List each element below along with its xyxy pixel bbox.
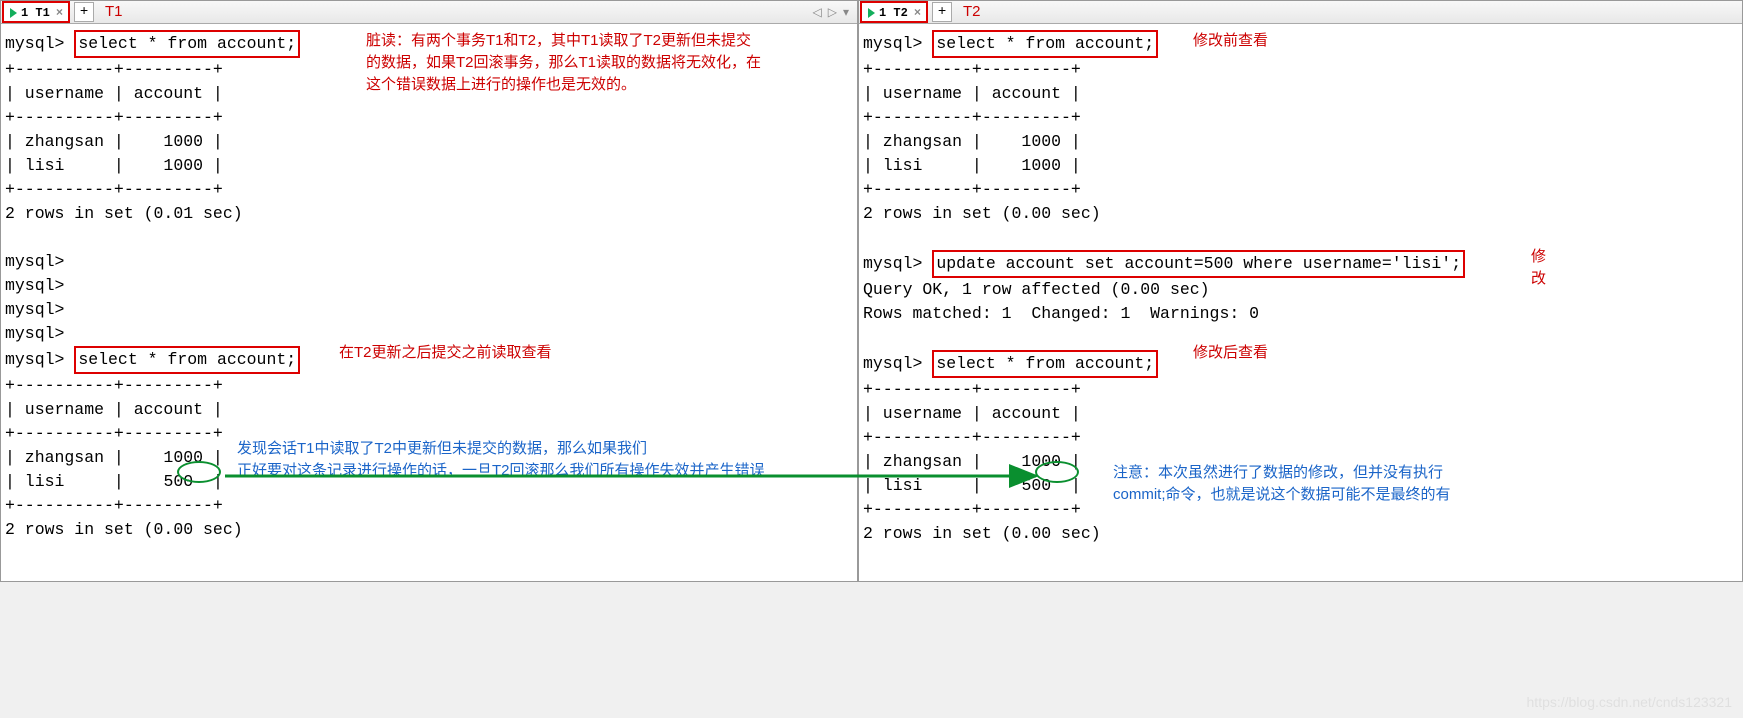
anno-mid: 在T2更新之后提交之前读取查看 <box>339 342 552 364</box>
t1-header: | username | account | <box>5 84 223 103</box>
query2-box: select * from account; <box>74 346 300 374</box>
dropdown-icon[interactable]: ▾ <box>843 5 849 20</box>
anno-update: 修 改 <box>1531 246 1551 290</box>
terminal-left[interactable]: mysql> select * from account; +---------… <box>1 24 857 666</box>
anno-q1: 修改前查看 <box>1193 30 1268 52</box>
t2-header: | username | account | <box>863 404 1081 423</box>
anno-note: 注意：本次虽然进行了数据的修改，但并没有执行 commit;命令，也就是说这个数… <box>1113 462 1543 506</box>
t1-row1: | zhangsan | 1000 | <box>5 132 223 151</box>
t2-row2-pre: | lisi | <box>863 476 1021 495</box>
tab-t2[interactable]: 1 T2 × <box>861 1 928 23</box>
close-icon[interactable]: × <box>56 6 63 20</box>
tab-ext-label-t2: T2 <box>963 3 981 20</box>
watermark: https://blog.csdn.net/cnds123321 <box>1527 690 1732 714</box>
query1-box: select * from account; <box>932 30 1158 58</box>
pane-right-t2: 1 T2 × + T2 mysql> select * from account… <box>858 0 1743 582</box>
t1-border: +----------+---------+ <box>5 180 223 199</box>
tab-bar-right: 1 T2 × + T2 <box>859 1 1742 24</box>
anno-bottom: 发现会话T1中读取了T2中更新但未提交的数据，那么如果我们 正好要对这条记录进行… <box>237 438 857 482</box>
t1-border: +----------+---------+ <box>863 180 1081 199</box>
t2-row1: | zhangsan | 1000 | <box>863 452 1081 471</box>
prompt: mysql> <box>5 350 64 369</box>
t2-footer: 2 rows in set (0.00 sec) <box>863 524 1101 543</box>
prompt: mysql> <box>5 300 64 319</box>
prompt: mysql> <box>863 354 922 373</box>
t2-border: +----------+---------+ <box>863 380 1081 399</box>
prompt: mysql> <box>5 324 64 343</box>
query2-box: select * from account; <box>932 350 1158 378</box>
prompt: mysql> <box>863 34 922 53</box>
t1-border: +----------+---------+ <box>863 60 1081 79</box>
update-stmt-box: update account set account=500 where use… <box>932 250 1465 278</box>
t2-border: +----------+---------+ <box>5 376 223 395</box>
tab-bar-left: 1 T1 × + T1 ◁ ▷ ▾ <box>1 1 857 24</box>
tab-label: 1 T1 <box>21 6 50 20</box>
t2-row1: | zhangsan | 1000 | <box>5 448 223 467</box>
pane-left-t1: 1 T1 × + T1 ◁ ▷ ▾ mysql> select * from a… <box>0 0 858 582</box>
close-icon[interactable]: × <box>914 6 921 20</box>
run-icon <box>10 8 17 18</box>
anno-q2: 修改后查看 <box>1193 342 1268 364</box>
prompt: mysql> <box>863 254 922 273</box>
t2-border: +----------+---------+ <box>863 500 1081 519</box>
arrow-right-icon[interactable]: ▷ <box>828 5 837 20</box>
t2-row2-pre: | lisi | <box>5 472 163 491</box>
t1-row2: | lisi | 1000 | <box>863 156 1081 175</box>
t2-row2-val: 500 <box>1021 476 1051 495</box>
add-tab-button[interactable]: + <box>74 2 94 22</box>
nav-arrows: ◁ ▷ ▾ <box>813 5 858 20</box>
t2-border: +----------+---------+ <box>863 428 1081 447</box>
prompt: mysql> <box>5 252 64 271</box>
t1-row2: | lisi | 1000 | <box>5 156 223 175</box>
run-icon <box>868 8 875 18</box>
tab-label: 1 T2 <box>879 6 908 20</box>
tab-ext-label-t1: T1 <box>105 3 123 20</box>
t2-footer: 2 rows in set (0.00 sec) <box>5 520 243 539</box>
t1-border: +----------+---------+ <box>5 108 223 127</box>
t1-border: +----------+---------+ <box>5 60 223 79</box>
terminal-right[interactable]: mysql> select * from account; +---------… <box>859 24 1742 718</box>
arrow-left-icon[interactable]: ◁ <box>813 5 822 20</box>
anno-dirty-read: 脏读：有两个事务T1和T2，其中T1读取了T2更新但未提交 的数据，如果T2回滚… <box>366 30 846 96</box>
t1-header: | username | account | <box>863 84 1081 103</box>
prompt: mysql> <box>5 276 64 295</box>
t1-row1: | zhangsan | 1000 | <box>863 132 1081 151</box>
tab-t1[interactable]: 1 T1 × <box>3 1 70 23</box>
t2-border: +----------+---------+ <box>5 424 223 443</box>
t2-row2-val: 500 <box>163 472 193 491</box>
add-tab-button[interactable]: + <box>932 2 952 22</box>
t2-header: | username | account | <box>5 400 223 419</box>
prompt: mysql> <box>5 34 64 53</box>
t1-border: +----------+---------+ <box>863 108 1081 127</box>
t1-footer: 2 rows in set (0.01 sec) <box>5 204 243 223</box>
t2-row2-post: | <box>1051 476 1081 495</box>
t2-row2-post: | <box>193 472 223 491</box>
update-res1: Query OK, 1 row affected (0.00 sec) <box>863 280 1210 299</box>
t2-border: +----------+---------+ <box>5 496 223 515</box>
t1-footer: 2 rows in set (0.00 sec) <box>863 204 1101 223</box>
query1-box: select * from account; <box>74 30 300 58</box>
update-res2: Rows matched: 1 Changed: 1 Warnings: 0 <box>863 304 1259 323</box>
